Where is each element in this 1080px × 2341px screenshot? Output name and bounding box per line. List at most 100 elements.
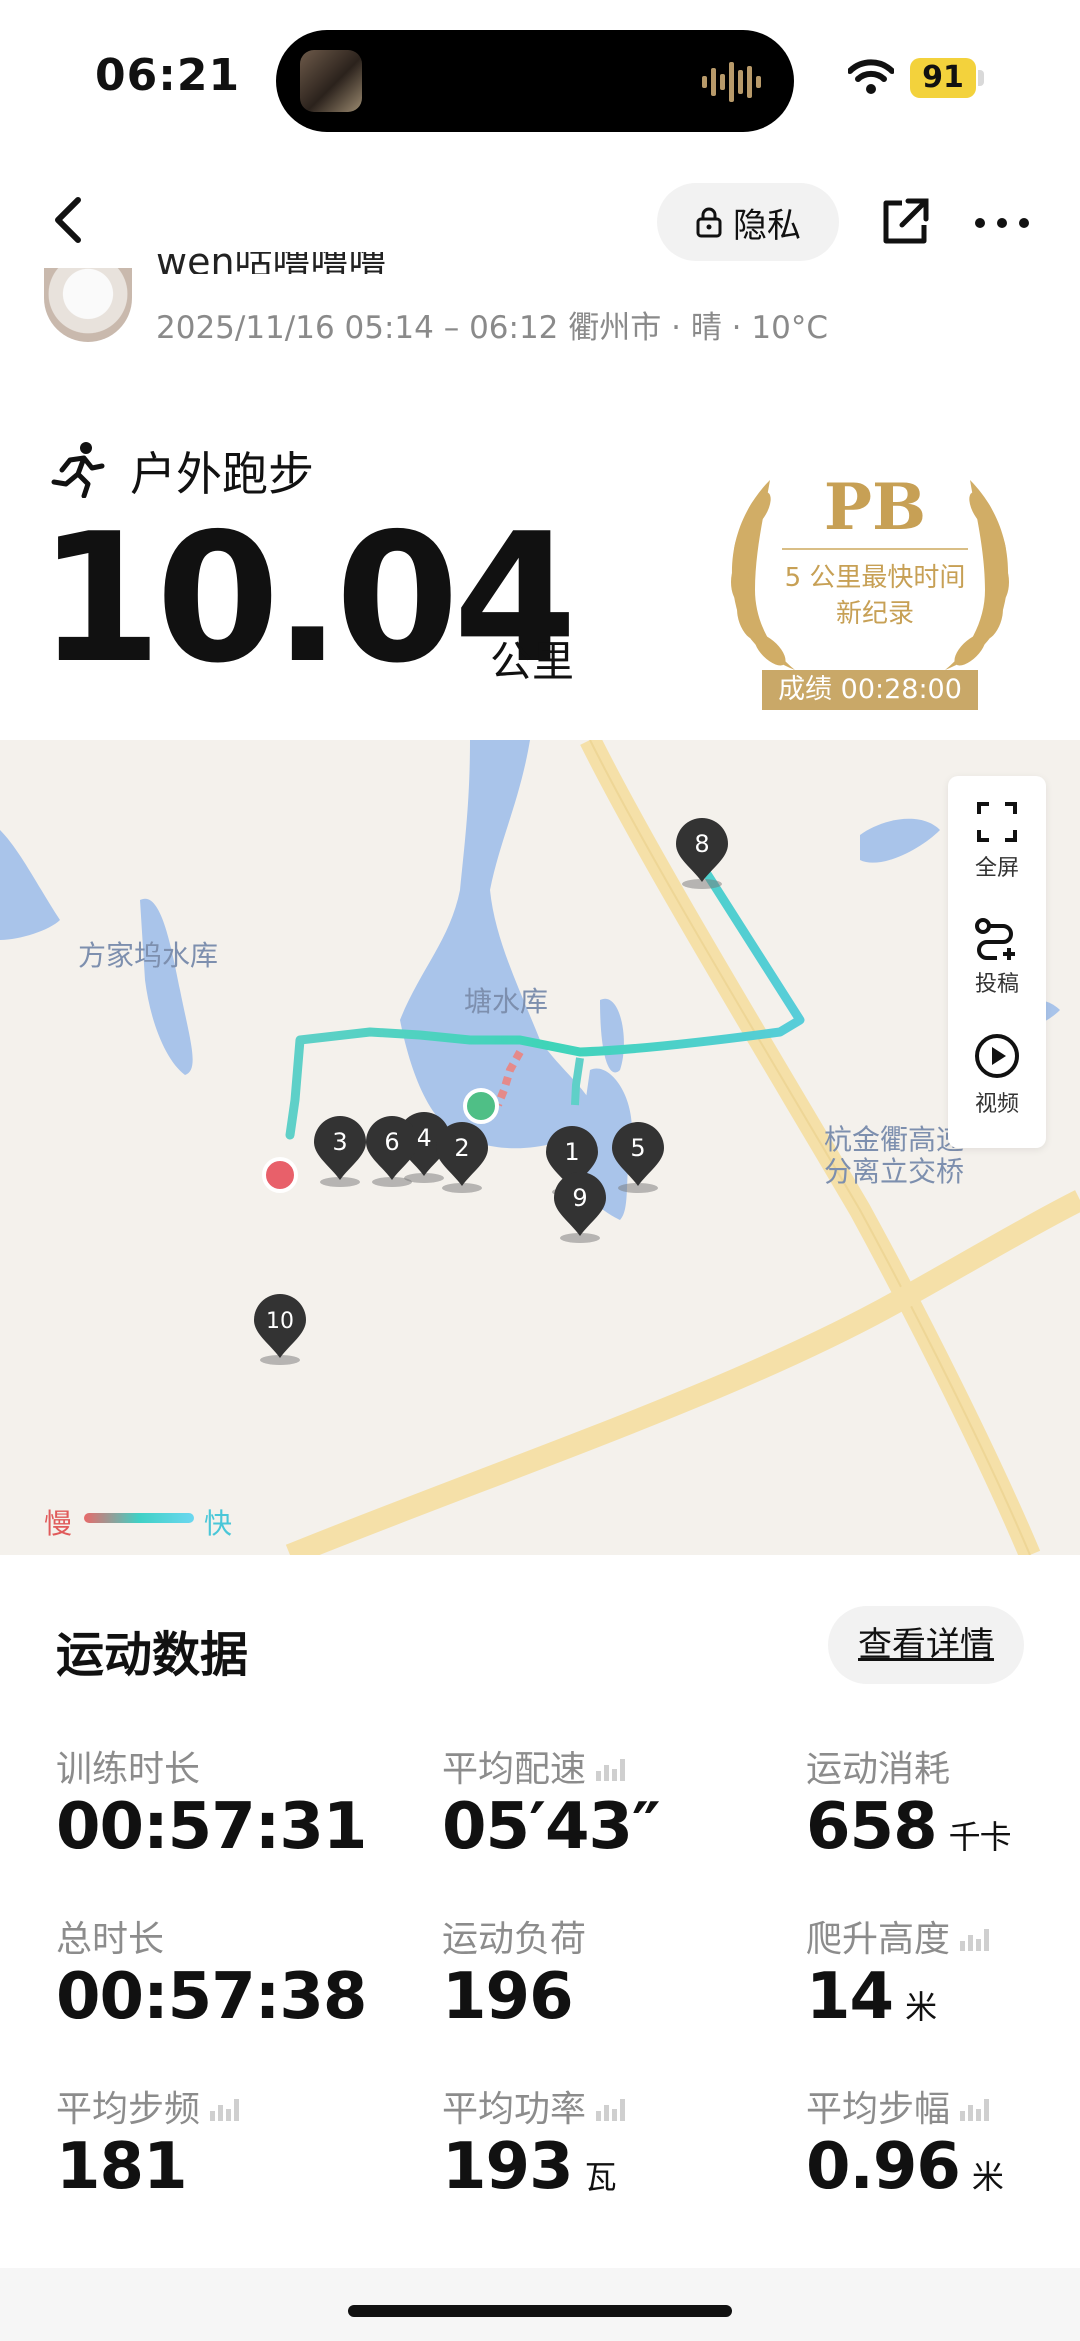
stat-value-number: 196	[442, 1960, 574, 2034]
stat-label-text: 训练时长	[56, 1749, 201, 1790]
stat-value-number: 658	[806, 1790, 938, 1864]
audio-wave-icon	[702, 62, 761, 102]
stat-label: 平均步频	[56, 2080, 242, 2132]
stats-title: 运动数据	[56, 1627, 249, 1683]
stat-value: 00:57:31	[56, 1790, 367, 1864]
album-art	[300, 50, 362, 112]
trend-chart-icon[interactable]	[958, 2091, 992, 2121]
back-arrow-icon[interactable]	[40, 190, 100, 250]
trend-chart-icon[interactable]	[594, 1751, 628, 1781]
map-label-interchange: 分离立交桥	[824, 1155, 965, 1188]
map-toolbar: 全屏 投稿 视频	[948, 776, 1046, 1148]
stat-value-number: 14	[806, 1960, 894, 2034]
stat-value: 14 米	[806, 1960, 937, 2034]
map-label-reservoir-1: 方家坞水库	[78, 939, 219, 972]
km-marker-10[interactable]: 10	[250, 1294, 310, 1370]
km-marker-9-label: 9	[572, 1184, 587, 1212]
km-marker-2[interactable]: 2	[432, 1122, 492, 1198]
stat-value-number: 00:57:38	[56, 1960, 367, 2034]
km-marker-3-label: 3	[332, 1128, 347, 1156]
stat-value: 196	[442, 1960, 574, 2034]
fullscreen-icon	[977, 802, 1017, 842]
stat-label-text: 平均配速	[442, 1749, 587, 1790]
stat-label-text: 运动消耗	[806, 1749, 951, 1790]
running-icon	[51, 442, 105, 498]
stat-label: 运动负荷	[442, 1910, 586, 1962]
stat-label-text: 平均步幅	[806, 2089, 951, 2130]
stat-value: 0.96 米	[806, 2130, 1004, 2204]
fullscreen-button[interactable]: 全屏	[948, 800, 1046, 882]
km-marker-6-label: 6	[384, 1128, 399, 1156]
pb-line2: 新纪录	[835, 599, 914, 629]
activity-meta: 2025/11/16 05:14 – 06:12 衢州市 · 晴 · 10°C	[156, 310, 828, 346]
km-marker-8-label: 8	[694, 830, 709, 858]
stat-label: 平均步幅	[806, 2080, 992, 2132]
km-marker-5[interactable]: 5	[608, 1122, 668, 1198]
view-details-button[interactable]: 查看详情	[828, 1606, 1024, 1684]
stat-value: 00:57:38	[56, 1960, 367, 2034]
video-label: 视频	[974, 1092, 1019, 1117]
stat-label: 平均功率	[442, 2080, 628, 2132]
stat-label: 爬升高度	[806, 1910, 992, 1962]
km-marker-3[interactable]: 3	[310, 1116, 370, 1192]
stat-unit: 米	[905, 1988, 937, 2026]
submit-button[interactable]: 投稿	[948, 916, 1046, 998]
stat-unit: 米	[971, 2158, 1004, 2196]
stat-label: 运动消耗	[806, 1740, 950, 1792]
stat-label: 平均配速	[442, 1740, 628, 1792]
stat-value-number: 00:57:31	[56, 1790, 367, 1864]
video-button[interactable]: 视频	[948, 1032, 1046, 1118]
stat-unit: 瓦	[584, 2158, 617, 2196]
avatar[interactable]	[44, 268, 132, 342]
home-indicator[interactable]	[348, 2305, 732, 2317]
pb-line1: 5 公里最快时间	[784, 563, 966, 593]
stat-value-number: 193	[442, 2130, 574, 2204]
km-marker-2-label: 2	[454, 1134, 469, 1162]
trend-chart-icon[interactable]	[958, 1921, 992, 1951]
privacy-button[interactable]: 隐私	[657, 183, 839, 261]
pb-title: PB	[823, 470, 927, 545]
dynamic-island[interactable]	[276, 30, 794, 132]
stat-value: 181	[56, 2130, 188, 2204]
stat-value: 193 瓦	[442, 2130, 617, 2204]
stat-value-number: 0.96	[806, 2130, 961, 2204]
stat-value-number: 181	[56, 2130, 188, 2204]
stat-label: 训练时长	[56, 1740, 200, 1792]
stat-label-text: 平均步频	[56, 2089, 201, 2130]
battery-tip	[978, 70, 984, 86]
stat-label-text: 总时长	[56, 1919, 165, 1960]
submit-label: 投稿	[974, 972, 1019, 997]
km-marker-6[interactable]: 6	[362, 1116, 422, 1192]
distance-unit: 公里	[490, 637, 575, 686]
route-map[interactable]: 8 3 4 2 6 1 5 9 10 方家坞水库 塘水库 杭金衢高速 分离立交桥…	[0, 740, 1080, 1555]
lock-icon	[696, 207, 722, 238]
km-marker-8[interactable]: 8	[672, 818, 732, 894]
status-time: 06:21	[95, 50, 241, 101]
route-add-icon	[975, 918, 1015, 960]
km-marker-1-label: 1	[564, 1138, 579, 1166]
pb-result: 成绩 00:28:00	[762, 670, 978, 710]
trend-chart-icon[interactable]	[208, 2091, 242, 2121]
km-marker-5-label: 5	[630, 1134, 645, 1162]
pb-badge[interactable]: PB 5 公里最快时间 新纪录	[772, 470, 978, 632]
trend-chart-icon[interactable]	[594, 2091, 628, 2121]
share-icon[interactable]	[878, 195, 932, 249]
stat-value: 658 千卡	[806, 1790, 1012, 1864]
stat-value: 05′43″	[442, 1790, 661, 1864]
map-label-reservoir-2: 塘水库	[464, 985, 549, 1018]
km-marker-9[interactable]: 9	[550, 1172, 610, 1248]
wifi-icon	[848, 59, 894, 94]
privacy-label: 隐私	[733, 205, 801, 246]
stat-label-text: 爬升高度	[806, 1919, 951, 1960]
legend-slow: 慢	[44, 1507, 73, 1540]
pb-divider	[782, 548, 968, 550]
legend-fast: 快	[204, 1507, 233, 1540]
stat-value-number: 05′43″	[442, 1790, 661, 1864]
pace-legend-bar	[84, 1513, 194, 1523]
stat-unit: 千卡	[948, 1818, 1012, 1856]
stat-label-text: 平均功率	[442, 2089, 587, 2130]
play-icon	[975, 1034, 1019, 1078]
km-marker-10-label: 10	[266, 1309, 294, 1334]
username: wen咕噜噜噜	[156, 252, 387, 274]
more-icon[interactable]	[972, 198, 1032, 248]
